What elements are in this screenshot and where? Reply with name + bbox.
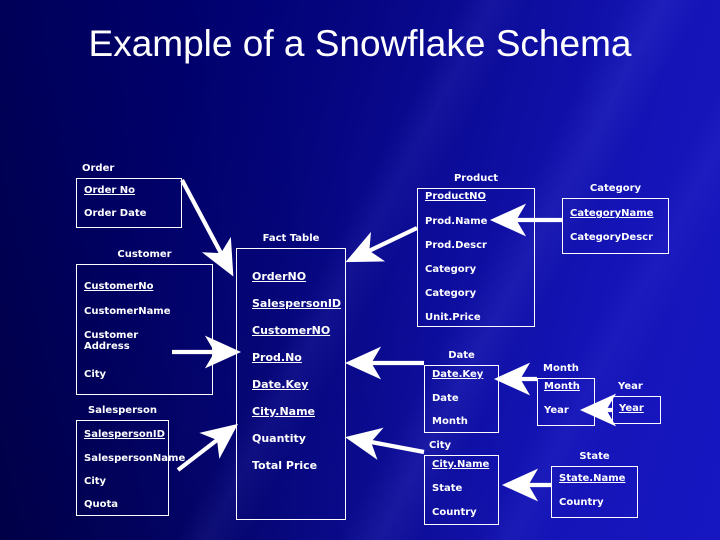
table-customer[interactable]: Customer CustomerNo CustomerName Custome…	[76, 249, 213, 395]
arrow-salesperson-to-fact	[176, 423, 238, 472]
field-product-category-1: Category	[425, 264, 477, 275]
table-year[interactable]: Year Year	[612, 381, 661, 424]
table-customer-caption: Customer	[117, 249, 172, 260]
field-category-name: CategoryName	[570, 208, 654, 219]
table-city[interactable]: City City.Name State Country	[424, 440, 499, 525]
table-month-caption: Month	[543, 363, 579, 374]
slide-canvas: Example of a Snowflake Schema Order Orde…	[0, 0, 720, 540]
table-customer-fields: CustomerNo CustomerName Customer Address…	[76, 264, 213, 395]
field-fact-order-no: OrderNO	[252, 270, 307, 283]
field-salesperson-id: SalespersonID	[84, 429, 165, 440]
field-product-category-2: Category	[425, 288, 477, 299]
field-fact-total-price: Total Price	[252, 459, 318, 472]
field-year-year: Year	[619, 403, 644, 414]
field-date-key: Date.Key	[432, 369, 484, 380]
field-customer-name: CustomerName	[84, 306, 171, 317]
table-year-caption: Year	[618, 381, 643, 392]
table-product[interactable]: Product ProductNO Prod.Name Prod.Descr C…	[417, 173, 535, 327]
table-fact-caption: Fact Table	[262, 233, 320, 244]
table-fact-fields: OrderNO SalespersonID CustomerNO Prod.No…	[236, 248, 346, 520]
table-order-caption: Order	[82, 163, 115, 174]
field-date-date: Date	[432, 393, 459, 404]
field-order-no: Order No	[84, 185, 136, 196]
table-state[interactable]: State State.Name Country	[551, 451, 638, 518]
table-date[interactable]: Date Date.Key Date Month	[424, 350, 499, 433]
field-order-date: Order Date	[84, 208, 147, 219]
table-city-caption: City	[429, 440, 452, 451]
table-city-fields: City.Name State Country	[424, 455, 499, 525]
field-fact-customer-no: CustomerNO	[252, 324, 331, 337]
table-order-fields: Order No Order Date	[76, 178, 182, 228]
arrow-city-to-fact	[345, 427, 425, 460]
arrow-product-to-fact	[345, 226, 418, 263]
field-state-country: Country	[559, 497, 604, 508]
table-category[interactable]: Category CategoryName CategoryDescr	[562, 183, 669, 254]
table-date-caption: Date	[448, 350, 475, 361]
field-customer-address: Customer Address	[84, 330, 139, 352]
field-product-prod-name: Prod.Name	[425, 216, 488, 227]
field-fact-quantity: Quantity	[252, 432, 306, 445]
field-product-no: ProductNO	[425, 191, 486, 202]
table-date-fields: Date.Key Date Month	[424, 365, 499, 433]
table-product-fields: ProductNO Prod.Name Prod.Descr Category …	[417, 188, 535, 327]
table-product-caption: Product	[453, 173, 499, 184]
field-category-descr: CategoryDescr	[570, 232, 654, 243]
table-fact[interactable]: Fact Table OrderNO SalespersonID Custome…	[236, 233, 346, 520]
field-salesperson-name: SalespersonName	[84, 453, 186, 464]
table-month-fields: Month Year	[537, 378, 595, 426]
table-year-fields: Year	[612, 396, 661, 424]
field-fact-salesperson-id: SalespersonID	[252, 297, 342, 310]
field-month-year: Year	[544, 405, 569, 416]
field-product-prod-descr: Prod.Descr	[425, 240, 487, 251]
table-salesperson-caption: Salesperson	[88, 405, 157, 416]
table-state-caption: State	[579, 451, 610, 462]
table-salesperson[interactable]: Salesperson SalespersonID SalespersonNam…	[76, 405, 185, 516]
field-month-month: Month	[544, 381, 580, 392]
field-product-unit-price: Unit.Price	[425, 312, 481, 323]
field-state-name: State.Name	[559, 473, 626, 484]
table-category-fields: CategoryName CategoryDescr	[562, 198, 669, 254]
field-fact-prod-no: Prod.No	[252, 351, 302, 364]
table-month[interactable]: Month Month Year	[537, 363, 595, 426]
field-customer-no: CustomerNo	[84, 281, 154, 292]
field-salesperson-quota: Quota	[84, 499, 119, 510]
table-state-fields: State.Name Country	[551, 466, 638, 518]
table-order[interactable]: Order Order No Order Date	[76, 163, 182, 228]
field-date-month: Month	[432, 416, 468, 427]
table-category-caption: Category	[589, 183, 642, 194]
field-fact-city-name: City.Name	[252, 405, 315, 418]
field-city-state: State	[432, 483, 463, 494]
field-salesperson-city: City	[84, 476, 107, 487]
field-customer-city: City	[84, 369, 107, 380]
field-city-name: City.Name	[432, 459, 490, 470]
field-fact-date-key: Date.Key	[252, 378, 309, 391]
table-salesperson-fields: SalespersonID SalespersonName City Quota	[76, 420, 185, 516]
field-city-country: Country	[432, 507, 477, 518]
